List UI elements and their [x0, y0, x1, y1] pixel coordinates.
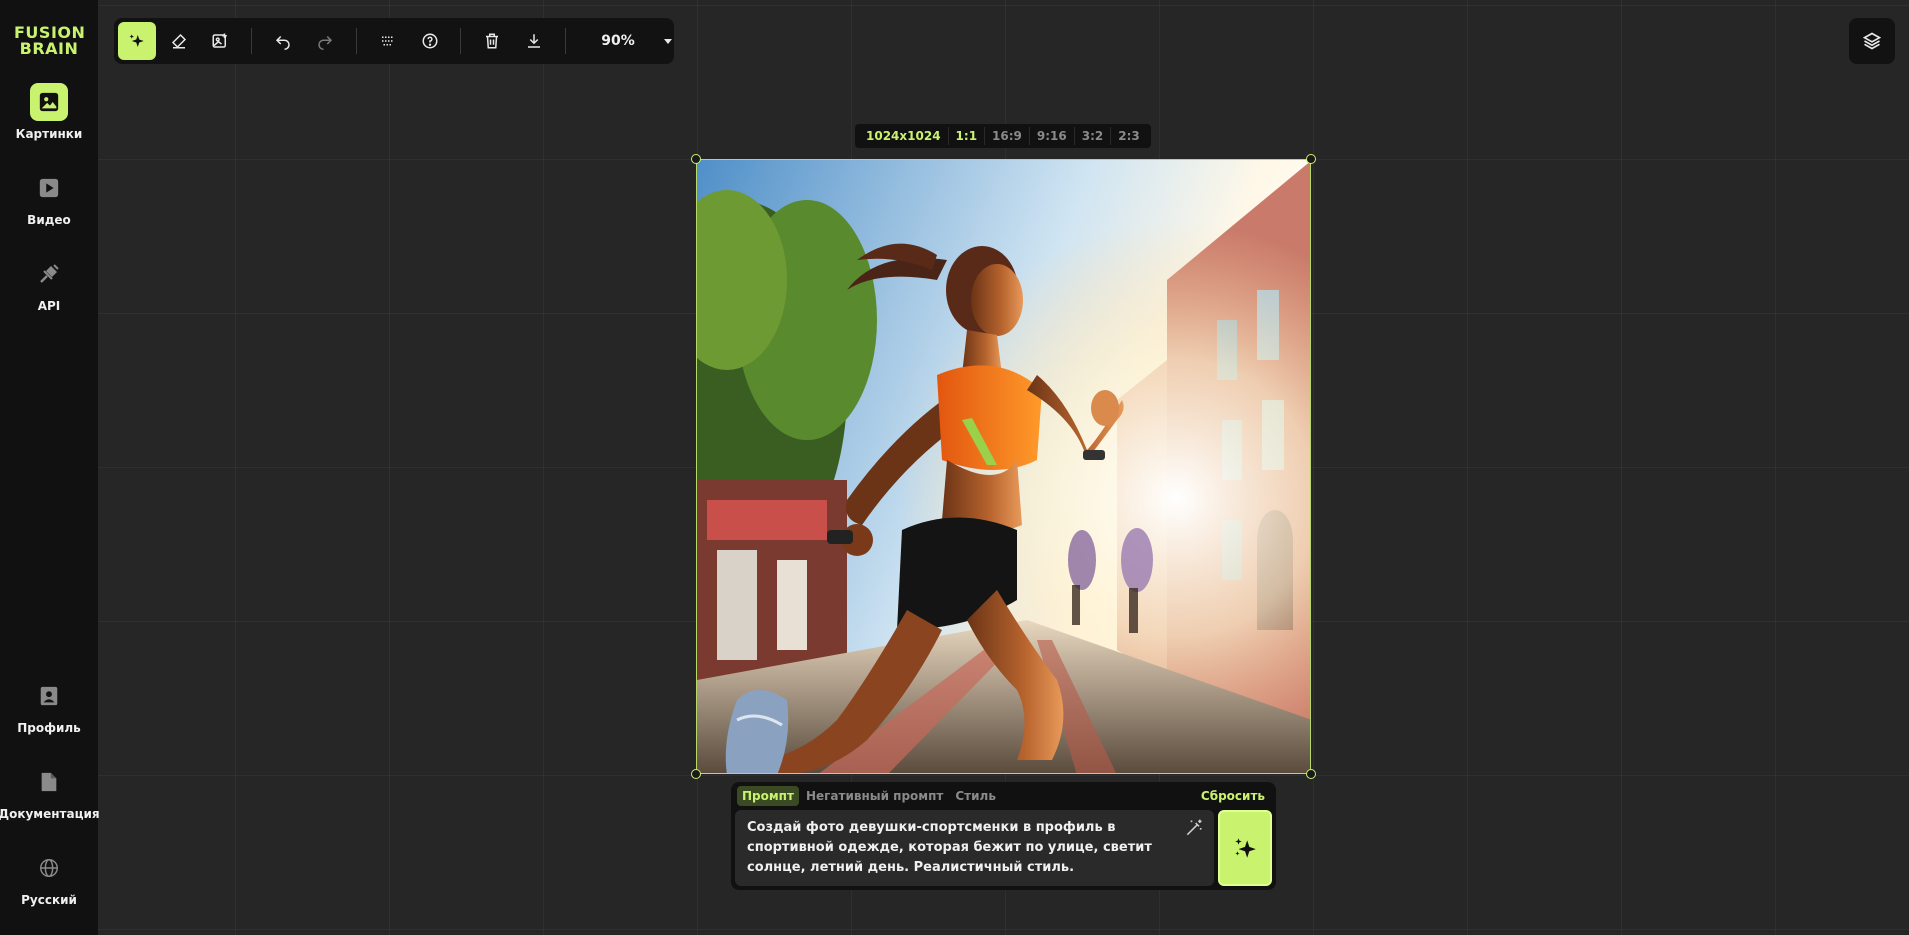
ratio-option-1-1[interactable]: 1:1	[949, 127, 986, 145]
generated-image	[697, 160, 1310, 773]
image-edit-icon	[212, 33, 228, 48]
download-icon	[528, 34, 541, 48]
top-toolbar: 90%	[114, 18, 674, 64]
sparkle-icon	[1235, 838, 1256, 858]
prompt-panel: Промпт Негативный промпт Стиль Сбросить …	[731, 782, 1276, 890]
toolbar-divider	[460, 28, 462, 54]
sidebar-item-api[interactable]: API	[0, 255, 98, 341]
toolbar-divider	[251, 28, 253, 54]
sidebar-item-docs[interactable]: Документация	[0, 763, 100, 849]
sidebar-item-label: Документация	[0, 807, 100, 821]
generate-icon	[129, 34, 144, 47]
tab-negative-prompt[interactable]: Негативный промпт	[801, 786, 948, 806]
prompt-input[interactable]: Создай фото девушки-спортсменки в профил…	[735, 810, 1214, 886]
redo-button[interactable]	[306, 22, 344, 60]
delete-button[interactable]	[473, 22, 511, 60]
image-edit-tool-button[interactable]	[202, 22, 240, 60]
document-icon	[30, 763, 68, 801]
ratio-option-3-2[interactable]: 3:2	[1075, 127, 1112, 145]
sidebar-nav: Картинки Видео API	[0, 83, 98, 341]
prompt-text: Создай фото девушки-спортсменки в профил…	[747, 820, 1152, 875]
resize-handle-bottom-left[interactable]	[691, 769, 701, 779]
trash-icon	[486, 33, 499, 49]
layers-icon	[1862, 32, 1882, 50]
help-icon	[422, 33, 438, 49]
eraser-icon	[171, 33, 186, 49]
toolbar-divider	[565, 28, 567, 54]
eraser-tool-button[interactable]	[160, 22, 198, 60]
ratio-option-16-9[interactable]: 16:9	[985, 127, 1030, 145]
sidebar-item-label: API	[37, 299, 61, 313]
sidebar-bottom: Профиль Документация Русский	[0, 677, 100, 935]
prompt-tabs: Промпт Негативный промпт Стиль	[737, 786, 1003, 806]
redo-icon	[318, 35, 333, 50]
generated-image-frame[interactable]	[696, 159, 1311, 774]
download-button[interactable]	[515, 22, 553, 60]
grid-dots-icon	[381, 36, 393, 46]
undo-button[interactable]	[264, 22, 302, 60]
sidebar-item-label: Русский	[21, 893, 77, 907]
resize-handle-top-right[interactable]	[1306, 154, 1316, 164]
undo-icon	[276, 35, 290, 50]
help-button[interactable]	[411, 22, 449, 60]
sidebar-item-images[interactable]: Картинки	[0, 83, 98, 169]
sidebar-item-language[interactable]: Русский	[0, 849, 98, 935]
image-icon	[30, 83, 68, 121]
brand-logo[interactable]: FUSION BRAIN	[14, 25, 85, 58]
sidebar-item-label: Видео	[27, 213, 71, 227]
grid-toggle-button[interactable]	[369, 22, 407, 60]
plug-icon	[30, 255, 68, 293]
resize-handle-top-left[interactable]	[691, 154, 701, 164]
brand-line-2: BRAIN	[19, 39, 79, 58]
profile-icon	[30, 677, 68, 715]
ratio-option-2-3[interactable]: 2:3	[1111, 127, 1147, 145]
globe-icon	[30, 849, 68, 887]
chevron-down-icon	[664, 39, 673, 44]
magic-wand-icon[interactable]	[1184, 818, 1204, 838]
video-icon	[30, 169, 68, 207]
generate-button[interactable]	[1218, 810, 1272, 886]
tab-style[interactable]: Стиль	[950, 786, 1001, 806]
sidebar: FUSION BRAIN Картинки Видео API Профиль …	[0, 0, 100, 935]
sidebar-item-label: Картинки	[15, 127, 83, 141]
image-size-label: 1024x1024	[859, 127, 949, 145]
ratio-option-9-16[interactable]: 9:16	[1030, 127, 1075, 145]
sidebar-item-video[interactable]: Видео	[0, 169, 98, 255]
tab-prompt[interactable]: Промпт	[737, 786, 799, 806]
reset-button[interactable]: Сбросить	[1201, 789, 1265, 803]
sidebar-item-label: Профиль	[17, 721, 81, 735]
layers-button[interactable]	[1849, 18, 1895, 64]
resize-handle-bottom-right[interactable]	[1306, 769, 1316, 779]
aspect-ratio-bar: 1024x1024 1:1 16:9 9:16 3:2 2:3	[855, 124, 1151, 148]
toolbar-divider	[355, 28, 357, 54]
generate-tool-button[interactable]	[118, 22, 156, 60]
zoom-dropdown[interactable]: 90%	[588, 33, 674, 49]
sidebar-item-profile[interactable]: Профиль	[0, 677, 98, 763]
zoom-value: 90%	[601, 33, 635, 49]
